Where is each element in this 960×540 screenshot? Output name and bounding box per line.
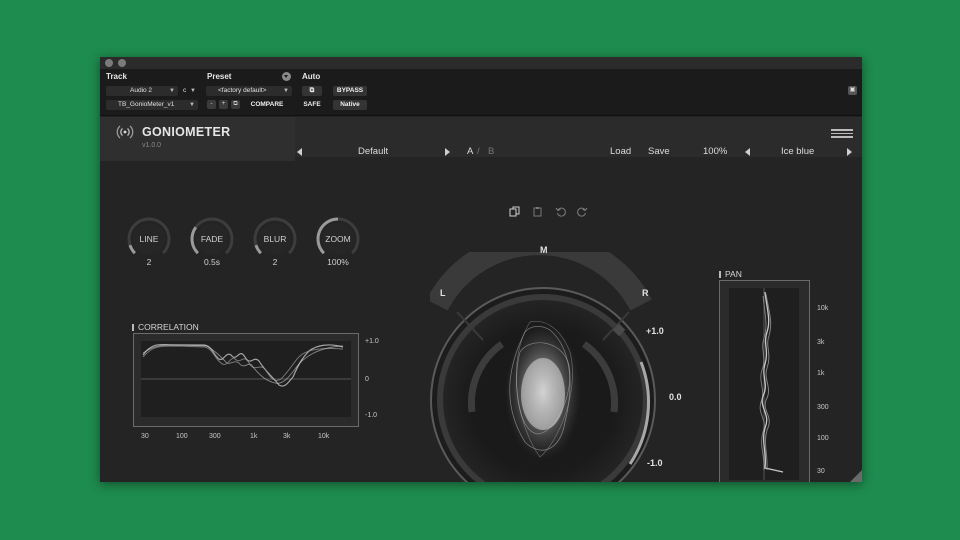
save-button[interactable]: Save xyxy=(648,146,670,157)
compare-button[interactable]: COMPARE xyxy=(245,100,289,110)
knob-label: BLUR xyxy=(264,234,287,244)
corr-ytick-plus1: +1.0 xyxy=(365,338,379,345)
pan-title: PAN xyxy=(719,269,742,279)
track-label: Track xyxy=(106,72,127,81)
preset-select[interactable]: <factory default> ▼ xyxy=(206,86,292,96)
gonio-label-minus1: -1.0 xyxy=(647,458,663,468)
bypass-button[interactable]: BYPASS xyxy=(333,86,367,96)
safe-button[interactable]: SAFE xyxy=(300,100,324,110)
preset-copy-icon[interactable]: ⧉ xyxy=(231,100,240,109)
corr-xtick-10k: 10k xyxy=(318,433,330,440)
preset-next-arrow-icon[interactable] xyxy=(445,148,450,156)
resize-handle[interactable] xyxy=(850,470,862,482)
preset-label: Preset xyxy=(207,72,232,81)
plugin-version: v1.0.0 xyxy=(142,142,162,149)
menu-hamburger-icon[interactable] xyxy=(831,129,853,138)
pan-ytick-30: 30 xyxy=(817,468,825,475)
knob-label: LINE xyxy=(140,234,159,244)
correlation-title: CORRELATION xyxy=(132,322,199,332)
chevron-down-icon: ▼ xyxy=(190,88,196,94)
plugin-window: Track Preset Auto Audio 2 ▼ c ▼ TB_GonioMe… xyxy=(100,57,862,482)
knob-line[interactable]: LINE xyxy=(126,216,172,262)
chevron-down-icon: ▼ xyxy=(169,88,175,94)
plugin-title: GONIOMETER xyxy=(142,125,231,139)
preset-next-button[interactable]: + xyxy=(219,100,228,109)
load-button[interactable]: Load xyxy=(610,146,631,157)
auto-label: Auto xyxy=(302,72,321,81)
corr-xtick-100: 100 xyxy=(176,433,188,440)
corr-xtick-3k: 3k xyxy=(283,433,291,440)
goniometer-logo-icon xyxy=(116,125,134,139)
knob-fade[interactable]: FADE xyxy=(189,216,235,262)
ab-b-button[interactable]: B xyxy=(488,146,494,157)
insert-select[interactable]: TB_GonioMeter_v1 ▼ xyxy=(106,100,198,110)
knob-value: 2 xyxy=(272,257,278,267)
undo-icon[interactable] xyxy=(555,206,566,217)
knob-zoom[interactable]: ZOOM xyxy=(315,216,361,262)
knob-value: 2 xyxy=(146,257,152,267)
host-header: Track Preset Auto Audio 2 ▼ c ▼ TB_GonioMe… xyxy=(100,69,862,116)
theme-next-arrow-icon[interactable] xyxy=(847,148,852,156)
minimize-window-button[interactable] xyxy=(118,59,126,67)
knob-label: ZOOM xyxy=(325,234,351,244)
copy-icon[interactable] xyxy=(509,206,520,217)
paste-icon[interactable] xyxy=(532,206,543,217)
knob-value: 0.5s xyxy=(203,257,221,267)
redo-icon[interactable] xyxy=(577,206,588,217)
preset-name[interactable]: Default xyxy=(358,146,388,157)
window-titlebar xyxy=(100,57,862,69)
corr-ytick-zero: 0 xyxy=(365,376,369,383)
pan-ytick-1k: 1k xyxy=(817,370,825,377)
pan-ytick-100: 100 xyxy=(817,435,829,442)
zoom-level[interactable]: 100% xyxy=(703,146,727,157)
chevron-down-icon: ▼ xyxy=(189,102,195,108)
theme-name[interactable]: Ice blue xyxy=(781,146,814,157)
gonio-label-l: L xyxy=(440,288,446,298)
plugin-body: GONIOMETER v1.0.0 Default A / B Load Sav… xyxy=(100,117,862,482)
gonio-label-zero: 0.0 xyxy=(669,392,682,402)
host-settings-icon[interactable]: ▣ xyxy=(848,86,857,95)
channel-select[interactable]: c ▼ xyxy=(181,86,199,96)
ab-slash: / xyxy=(477,146,480,157)
knob-label: FADE xyxy=(201,234,224,244)
preset-menu-icon[interactable] xyxy=(282,72,291,81)
pan-ytick-10k: 10k xyxy=(817,305,829,312)
corr-xtick-300: 300 xyxy=(209,433,221,440)
ab-a-button[interactable]: A xyxy=(467,146,473,157)
corr-ytick-minus1: -1.0 xyxy=(365,412,378,419)
preset-prev-button[interactable]: - xyxy=(207,100,216,109)
preset-prev-arrow-icon[interactable] xyxy=(297,148,302,156)
corr-xtick-1k: 1k xyxy=(250,433,258,440)
pan-ytick-300: 300 xyxy=(817,404,829,411)
gonio-label-plus1: +1.0 xyxy=(646,326,664,336)
auto-icon-button[interactable]: ⧉ xyxy=(302,86,322,96)
goniometer-display xyxy=(430,252,656,482)
gonio-label-m: M xyxy=(540,245,548,255)
corr-xtick-30: 30 xyxy=(141,433,149,440)
knob-blur[interactable]: BLUR xyxy=(252,216,298,262)
close-window-button[interactable] xyxy=(105,59,113,67)
gonio-label-r: R xyxy=(642,288,649,298)
pan-ytick-3k: 3k xyxy=(817,339,825,346)
pan-graph xyxy=(719,280,810,482)
correlation-graph xyxy=(133,333,359,427)
knob-value: 100% xyxy=(327,257,349,267)
theme-prev-arrow-icon[interactable] xyxy=(745,148,750,156)
native-button[interactable]: Native xyxy=(333,100,367,110)
chevron-down-icon: ▼ xyxy=(283,88,289,94)
track-select[interactable]: Audio 2 ▼ xyxy=(106,86,178,96)
